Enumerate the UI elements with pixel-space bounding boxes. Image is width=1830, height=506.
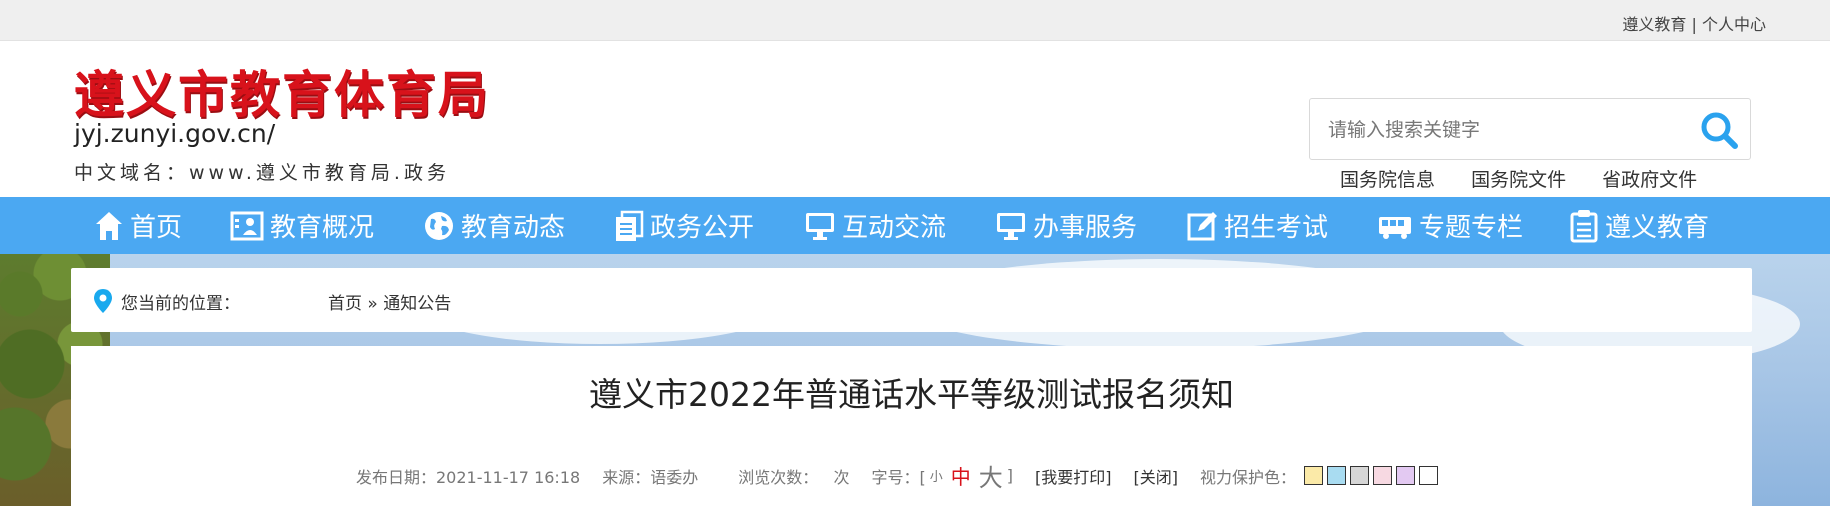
nav-item-label: 政务公开 [650,213,755,243]
location-pin-icon [94,289,112,313]
nav-item-gov-affairs[interactable]: 政务公开 [614,197,754,254]
nav-item-label: 办事服务 [1033,213,1138,243]
nav-item-label: 教育动态 [461,213,566,243]
breadcrumb-current-link[interactable]: 通知公告 [383,294,451,314]
nav-item-home[interactable]: 首页 [94,197,182,254]
nav-item-zunyi-education[interactable]: 遵义教育 [1569,197,1709,254]
font-size-medium-button[interactable]: 中 [951,461,971,490]
profile-icon [230,211,264,240]
logo-title[interactable]: 遵义市教育体育局 [74,55,490,127]
font-size-close-bracket: ] [1006,466,1013,485]
nav-item-news[interactable]: 教育动态 [423,197,565,254]
article-meta: 发布日期：2021-11-17 16:18 来源：语委办 浏览次数： 次 字号：… [356,458,1442,493]
nav-item-label: 首页 [130,213,183,243]
breadcrumb-label: 您当前的位置： [121,294,240,314]
article-source: 来源：语委办 [602,467,699,487]
breadcrumb: 您当前的位置： 首页 » 通知公告 [71,268,1752,332]
user-center-link[interactable]: 个人中心 [1702,15,1766,34]
font-size-label: 字号：[ [871,467,926,487]
monitor-icon [997,212,1025,240]
eye-care-color-purple[interactable] [1396,466,1415,485]
nav-item-label: 遵义教育 [1605,213,1710,243]
edit-icon [1187,211,1217,240]
font-size-large-button[interactable]: 大 [979,458,1003,493]
print-button[interactable]: [我要打印] [1035,464,1112,488]
publish-date: 发布日期：2021-11-17 16:18 [356,467,581,487]
eye-care-color-white[interactable] [1419,466,1438,485]
search-icon[interactable] [1698,109,1740,151]
nav-item-admissions[interactable]: 招生考试 [1186,197,1328,254]
documents-icon [616,210,644,241]
quick-links: 国务院信息 国务院文件 省政府文件 [1340,165,1727,192]
quicklink-state-council-docs[interactable]: 国务院文件 [1471,169,1566,191]
monitor-icon [806,212,834,240]
article-card: 遵义市2022年普通话水平等级测试报名须知 发布日期：2021-11-17 16… [71,346,1752,506]
eye-care-color-gray[interactable] [1350,466,1369,485]
nav-item-services[interactable]: 办事服务 [995,197,1137,254]
nav-item-special-topics[interactable]: 专题专栏 [1377,197,1523,254]
nav-item-label: 互动交流 [842,213,947,243]
site-header: 遵义市教育体育局 jyj.zunyi.gov.cn/ 中文域名：www.遵义市教… [0,41,1830,197]
font-size-small-button[interactable]: 小 [930,466,943,485]
top-utility-bar: 遵义教育 | 个人中心 [0,0,1830,41]
bus-icon [1379,216,1411,239]
main-nav: 首页 教育概况 教育动态 政务公开 互动交流 办事服务 招生考试 专题专栏 遵义… [0,197,1830,254]
article-title: 遵义市2022年普通话水平等级测试报名须知 [589,375,1234,414]
breadcrumb-home-link[interactable]: 首页 [328,294,362,314]
clipboard-icon [1570,209,1598,242]
eye-care-color-blue[interactable] [1327,466,1346,485]
nav-item-overview[interactable]: 教育概况 [230,197,374,254]
site-link[interactable]: 遵义教育 [1622,15,1686,34]
breadcrumb-separator: » [367,294,378,314]
nav-item-label: 招生考试 [1224,213,1329,243]
eye-care-color-yellow[interactable] [1304,466,1323,485]
nav-item-interaction[interactable]: 互动交流 [804,197,946,254]
close-button[interactable]: [关闭] [1133,464,1178,488]
nav-item-label: 教育概况 [270,213,375,243]
quicklink-provincial-docs[interactable]: 省政府文件 [1602,169,1697,191]
breadcrumb-path: 首页 » 通知公告 [328,289,451,314]
top-links: 遵义教育 | 个人中心 [1622,11,1766,35]
eye-care-color-pink[interactable] [1373,466,1392,485]
globe-icon [425,211,453,240]
view-count: 浏览次数： 次 [738,467,850,487]
link-separator: | [1691,15,1697,34]
nav-item-label: 专题专栏 [1419,213,1524,243]
home-icon [96,211,122,240]
logo-chinese-domain: 中文域名：www.遵义市教育局.政务 [74,162,450,184]
quicklink-state-council-info[interactable]: 国务院信息 [1340,169,1435,191]
logo-domain: jyj.zunyi.gov.cn/ [74,119,276,148]
search-box [1309,98,1751,160]
search-input[interactable] [1328,113,1688,147]
eye-care-label: 视力保护色： [1199,467,1296,487]
